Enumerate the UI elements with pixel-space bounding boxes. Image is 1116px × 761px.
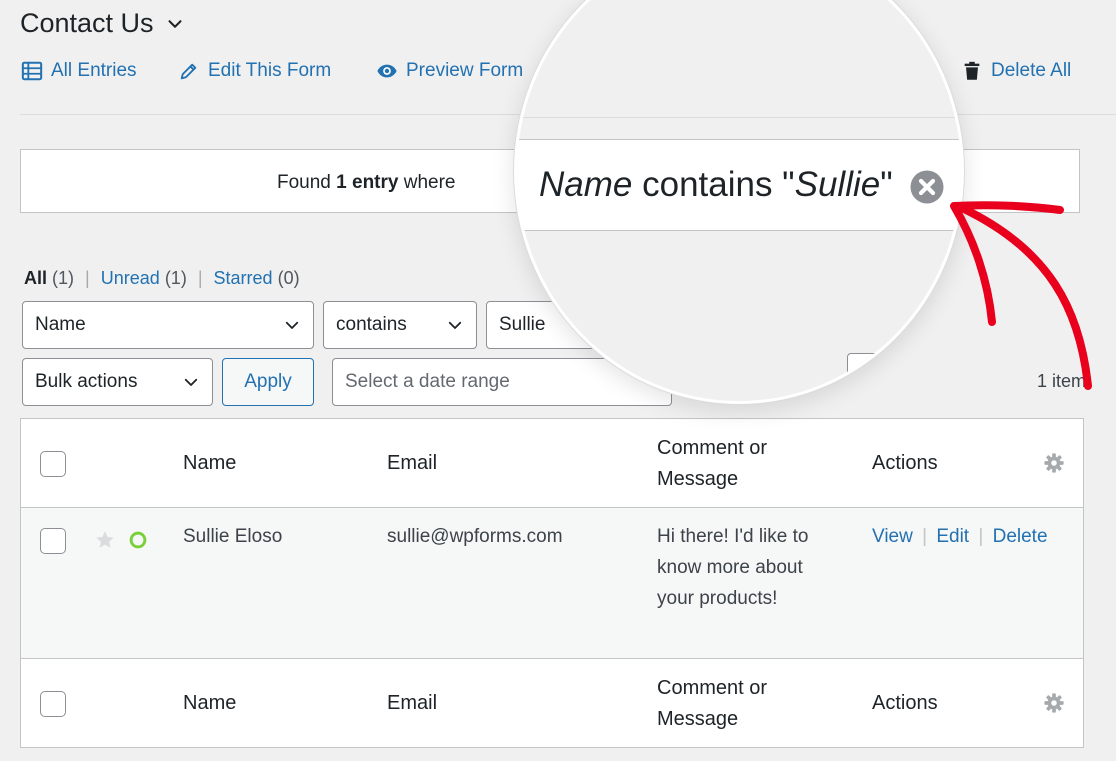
filter-notice-text: Found 1 entry where (277, 172, 456, 193)
entry-name: Sullie Eloso (183, 526, 283, 547)
column-footer-message[interactable]: Comment or Message (657, 673, 807, 735)
gear-icon[interactable] (1043, 452, 1065, 474)
table-list-icon (21, 61, 43, 81)
column-header-message[interactable]: Comment or Message (657, 433, 807, 495)
view-starred[interactable]: Starred (214, 268, 273, 288)
trash-icon (964, 61, 980, 80)
read-status-icon[interactable] (127, 529, 149, 551)
field-select[interactable]: Name (22, 301, 314, 349)
chevron-down-icon (285, 321, 299, 329)
form-title-dropdown[interactable]: Contact Us (20, 8, 186, 39)
gear-icon[interactable] (1043, 692, 1065, 714)
entry-email: sullie@wpforms.com (387, 526, 563, 547)
entry-count: 1 entry (336, 172, 399, 193)
operator-select[interactable]: contains (323, 301, 477, 349)
delete-all-link[interactable]: Delete All (961, 60, 1071, 82)
all-entries-link[interactable]: All Entries (21, 60, 137, 82)
view-unread-count: (1) (164, 268, 187, 288)
view-all-count: (1) (52, 268, 75, 288)
column-header-email[interactable]: Email (387, 452, 437, 475)
chevron-down-icon (184, 378, 198, 386)
chevron-down-icon (168, 19, 182, 28)
annotation-arrow-icon (950, 201, 1092, 390)
edit-form-link[interactable]: Edit This Form (178, 60, 331, 82)
select-all-checkbox-footer[interactable] (40, 691, 66, 717)
view-unread[interactable]: Unread (101, 268, 160, 288)
pencil-icon (180, 63, 197, 80)
action-separator: | (922, 526, 928, 547)
eye-icon (377, 64, 397, 78)
column-header-name[interactable]: Name (183, 452, 236, 475)
preview-form-link[interactable]: Preview Form (376, 60, 523, 82)
row-checkbox[interactable] (40, 528, 66, 554)
bulk-actions-select[interactable]: Bulk actions (22, 358, 213, 406)
delete-all-label: Delete All (991, 60, 1072, 81)
star-icon[interactable] (94, 529, 116, 551)
column-footer-actions: Actions (872, 692, 938, 714)
all-entries-label: All Entries (51, 60, 137, 81)
filter-value: Sullie (794, 165, 881, 204)
chevron-down-icon (448, 321, 462, 329)
view-all[interactable]: All (24, 268, 47, 288)
view-separator: | (197, 268, 203, 288)
action-separator: | (978, 526, 984, 547)
column-footer-name[interactable]: Name (183, 692, 236, 715)
view-entry-link[interactable]: View (872, 526, 913, 547)
row-divider (21, 658, 1083, 659)
row-actions: View | Edit | Delete (872, 526, 1048, 548)
preview-form-label: Preview Form (406, 60, 524, 81)
delete-entry-link[interactable]: Delete (993, 526, 1048, 547)
filter-condition-text: Name contains "Sullie" (539, 165, 893, 204)
view-starred-count: (0) (277, 268, 300, 288)
filter-field: Name (539, 165, 633, 204)
edit-form-label: Edit This Form (208, 60, 332, 81)
view-separator: | (85, 268, 90, 288)
apply-button[interactable]: Apply (222, 358, 314, 406)
page-title: Contact Us (20, 8, 154, 38)
column-header-actions: Actions (872, 452, 938, 474)
column-footer-email[interactable]: Email (387, 692, 437, 715)
edit-entry-link[interactable]: Edit (936, 526, 969, 547)
entry-views: All (1) | Unread (1) | Starred (0) (24, 268, 300, 289)
select-all-checkbox[interactable] (40, 451, 66, 477)
magnified-divider (517, 117, 961, 118)
entry-message: Hi there! I'd like to know more about yo… (657, 526, 809, 609)
